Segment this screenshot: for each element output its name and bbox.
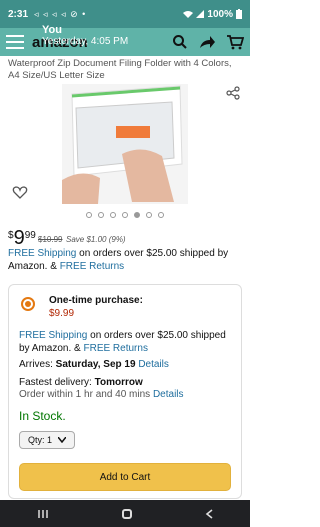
- battery-percent: 100%: [207, 8, 233, 20]
- shipping-info: FREE Shipping on orders over $25.00 ship…: [8, 247, 242, 273]
- free-shipping-link[interactable]: FREE Shipping: [8, 248, 76, 259]
- arrives-date: Saturday, Sep 19: [55, 359, 136, 370]
- savings-text: Save $1.00 (9%): [66, 235, 126, 244]
- cart-icon[interactable]: [226, 34, 244, 50]
- fastest-delivery-info: Fastest delivery: Tomorrow Order within …: [19, 377, 233, 401]
- product-image[interactable]: [62, 84, 188, 204]
- fastest-details-link[interactable]: Details: [153, 389, 184, 400]
- back-icon[interactable]: [205, 508, 213, 519]
- quantity-label: Qty: 1: [28, 435, 53, 445]
- home-icon[interactable]: [121, 508, 132, 519]
- carousel-dot[interactable]: [122, 212, 128, 218]
- one-time-purchase-label: One-time purchase:: [49, 295, 143, 306]
- purchase-box: One-time purchase: $9.99 FREE Shipping o…: [8, 284, 242, 499]
- image-carousel-dots: [0, 212, 250, 218]
- arrival-info: Arrives: Saturday, Sep 19 Details: [19, 359, 169, 370]
- one-time-purchase-price: $9.99: [49, 308, 75, 319]
- notification-icons: ◃ ◃ ◃ ◃ ⊘ •: [34, 8, 87, 19]
- menu-icon[interactable]: [6, 35, 24, 49]
- carousel-dot[interactable]: [134, 212, 140, 218]
- price-fraction: 99: [24, 230, 36, 241]
- wifi-icon: [183, 11, 194, 18]
- carousel-dot[interactable]: [110, 212, 116, 218]
- heart-icon[interactable]: [12, 184, 28, 200]
- system-nav-bar: [0, 500, 250, 527]
- box-free-returns-link[interactable]: FREE Returns: [83, 343, 147, 354]
- one-time-purchase-radio[interactable]: [21, 297, 35, 311]
- notification-sender: You: [42, 24, 62, 36]
- status-right: 100%: [183, 9, 242, 20]
- signal-icon: [196, 10, 205, 18]
- product-title[interactable]: Waterproof Zip Document Filing Folder wi…: [8, 58, 242, 82]
- carousel-dot[interactable]: [146, 212, 152, 218]
- fastest-day: Tomorrow: [94, 377, 143, 388]
- quantity-select[interactable]: Qty: 1: [19, 431, 75, 449]
- free-returns-link[interactable]: FREE Returns: [60, 261, 124, 272]
- box-shipping-info: FREE Shipping on orders over $25.00 ship…: [19, 329, 233, 355]
- clock: 2:31: [8, 8, 29, 20]
- carousel-dot[interactable]: [98, 212, 104, 218]
- header-icons: [172, 34, 244, 50]
- recents-icon[interactable]: [37, 509, 49, 519]
- battery-icon: [236, 9, 242, 19]
- arrives-details-link[interactable]: Details: [138, 359, 169, 370]
- price: $ 9 99: [8, 228, 40, 248]
- carousel-dot[interactable]: [86, 212, 92, 218]
- search-icon[interactable]: [172, 34, 188, 50]
- notification-time: Yesterday, 4:05 PM: [42, 36, 129, 47]
- add-to-cart-button[interactable]: Add to Cart: [19, 463, 231, 491]
- fastest-window: Order within 1 hr and 40 mins: [19, 389, 151, 400]
- share-arrow-icon[interactable]: [198, 34, 216, 50]
- notification-overlay[interactable]: You Yesterday, 4:05 PM: [42, 24, 128, 47]
- chevron-down-icon: [58, 437, 67, 443]
- share-icon[interactable]: [226, 86, 240, 100]
- stock-status: In Stock.: [19, 409, 66, 423]
- list-price: $10.99: [38, 235, 63, 244]
- carousel-dot[interactable]: [158, 212, 164, 218]
- price-whole: 9: [13, 227, 25, 249]
- arrives-label: Arrives:: [19, 359, 56, 370]
- box-free-shipping-link[interactable]: FREE Shipping: [19, 330, 87, 341]
- fastest-label: Fastest delivery:: [19, 377, 95, 388]
